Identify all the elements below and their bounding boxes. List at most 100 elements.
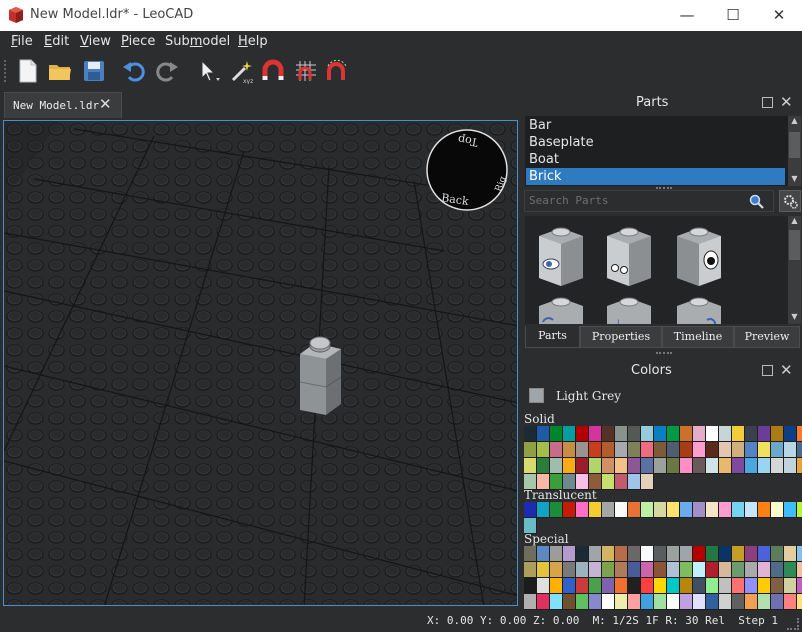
part-thumbnail[interactable] <box>607 227 651 286</box>
color-swatch[interactable] <box>758 594 771 610</box>
color-swatch[interactable] <box>771 502 784 518</box>
color-swatch[interactable] <box>797 562 802 578</box>
color-swatch[interactable] <box>537 502 550 518</box>
colors-panel-close-icon[interactable]: ✕ <box>780 361 793 379</box>
color-swatch[interactable] <box>641 594 654 610</box>
parts-panel-close-icon[interactable]: ✕ <box>780 93 793 111</box>
color-swatch[interactable] <box>732 442 745 458</box>
color-swatch[interactable] <box>654 594 667 610</box>
color-swatch[interactable] <box>589 562 602 578</box>
color-swatch[interactable] <box>719 502 732 518</box>
color-swatch[interactable] <box>524 562 537 578</box>
color-swatch[interactable] <box>602 474 615 490</box>
color-swatch[interactable] <box>563 546 576 562</box>
color-swatch[interactable] <box>628 502 641 518</box>
tab-properties[interactable]: Properties <box>580 326 662 348</box>
color-swatch[interactable] <box>680 442 693 458</box>
color-swatch[interactable] <box>654 502 667 518</box>
color-swatch[interactable] <box>602 594 615 610</box>
color-swatch[interactable] <box>550 578 563 594</box>
color-swatch[interactable] <box>602 502 615 518</box>
color-swatch[interactable] <box>563 502 576 518</box>
color-swatch[interactable] <box>589 426 602 442</box>
color-swatch[interactable] <box>667 458 680 474</box>
color-swatch[interactable] <box>563 562 576 578</box>
preview-scrollbar[interactable]: ▲ ▼ <box>788 216 801 324</box>
color-swatch[interactable] <box>524 578 537 594</box>
color-swatch[interactable] <box>797 502 802 518</box>
color-swatch[interactable] <box>706 458 719 474</box>
color-swatch[interactable] <box>654 458 667 474</box>
color-swatch[interactable] <box>680 562 693 578</box>
color-swatch[interactable] <box>628 594 641 610</box>
search-icon[interactable] <box>749 194 764 209</box>
magic-wand-icon[interactable]: xyz <box>229 58 255 84</box>
category-list-scrollbar[interactable]: ▲ ▼ <box>788 116 801 186</box>
color-swatch[interactable] <box>576 426 589 442</box>
color-swatch[interactable] <box>576 546 589 562</box>
color-swatch[interactable] <box>719 594 732 610</box>
color-swatch[interactable] <box>706 562 719 578</box>
color-swatch[interactable] <box>537 578 550 594</box>
close-button[interactable]: ✕ <box>756 0 802 31</box>
color-swatch[interactable] <box>641 562 654 578</box>
open-folder-icon[interactable] <box>47 58 73 84</box>
part-category-list[interactable]: Bar Baseplate Boat Brick <box>525 116 788 186</box>
color-swatch[interactable] <box>537 442 550 458</box>
color-swatch[interactable] <box>732 426 745 442</box>
color-swatch[interactable] <box>589 578 602 594</box>
color-swatch[interactable] <box>680 594 693 610</box>
parts-preview-grid[interactable]: J <box>525 216 788 324</box>
scroll-up-icon[interactable]: ▲ <box>789 216 800 228</box>
color-swatch[interactable] <box>576 594 589 610</box>
color-swatch[interactable] <box>628 474 641 490</box>
color-swatch[interactable] <box>550 594 563 610</box>
search-parts-input[interactable]: Search Parts <box>524 190 774 212</box>
category-item-selected[interactable]: Brick <box>529 169 562 184</box>
menu-piece[interactable]: Piece <box>121 34 155 49</box>
scroll-thumb[interactable] <box>789 132 800 158</box>
color-swatch[interactable] <box>641 578 654 594</box>
redo-icon[interactable] <box>154 58 180 84</box>
color-swatch[interactable] <box>797 442 802 458</box>
color-swatch[interactable] <box>667 426 680 442</box>
color-swatch[interactable] <box>589 458 602 474</box>
color-swatch[interactable] <box>615 474 628 490</box>
color-swatch[interactable] <box>602 426 615 442</box>
menu-help[interactable]: Help <box>238 34 268 49</box>
color-swatch[interactable] <box>784 442 797 458</box>
special-color-grid[interactable] <box>524 546 802 610</box>
color-swatch[interactable] <box>771 546 784 562</box>
color-swatch[interactable] <box>745 502 758 518</box>
color-swatch[interactable] <box>563 594 576 610</box>
color-swatch[interactable] <box>784 502 797 518</box>
color-swatch[interactable] <box>641 474 654 490</box>
color-swatch[interactable] <box>758 442 771 458</box>
color-swatch[interactable] <box>615 562 628 578</box>
color-swatch[interactable] <box>654 562 667 578</box>
color-swatch[interactable] <box>524 594 537 610</box>
category-item[interactable]: Baseplate <box>529 135 594 150</box>
tab-timeline[interactable]: Timeline <box>662 326 734 348</box>
color-swatch[interactable] <box>719 458 732 474</box>
resize-grip[interactable] <box>787 618 799 630</box>
color-swatch[interactable] <box>706 546 719 562</box>
color-swatch[interactable] <box>784 426 797 442</box>
part-thumbnail[interactable] <box>677 227 721 286</box>
color-swatch[interactable] <box>550 502 563 518</box>
color-swatch[interactable] <box>589 546 602 562</box>
parts-panel-float-icon[interactable] <box>762 97 773 108</box>
color-swatch[interactable] <box>563 578 576 594</box>
3d-viewport[interactable]: Top Back Rig <box>3 120 518 606</box>
color-swatch[interactable] <box>589 502 602 518</box>
color-swatch[interactable] <box>797 594 802 610</box>
menu-view[interactable]: View <box>80 34 111 49</box>
new-file-icon[interactable] <box>15 58 41 84</box>
color-swatch[interactable] <box>758 546 771 562</box>
color-swatch[interactable] <box>784 594 797 610</box>
minimize-button[interactable]: — <box>664 0 710 31</box>
scroll-down-icon[interactable]: ▼ <box>789 312 800 324</box>
toolbar-grip[interactable] <box>4 60 10 82</box>
color-swatch[interactable] <box>693 578 706 594</box>
scroll-down-icon[interactable]: ▼ <box>789 174 800 186</box>
